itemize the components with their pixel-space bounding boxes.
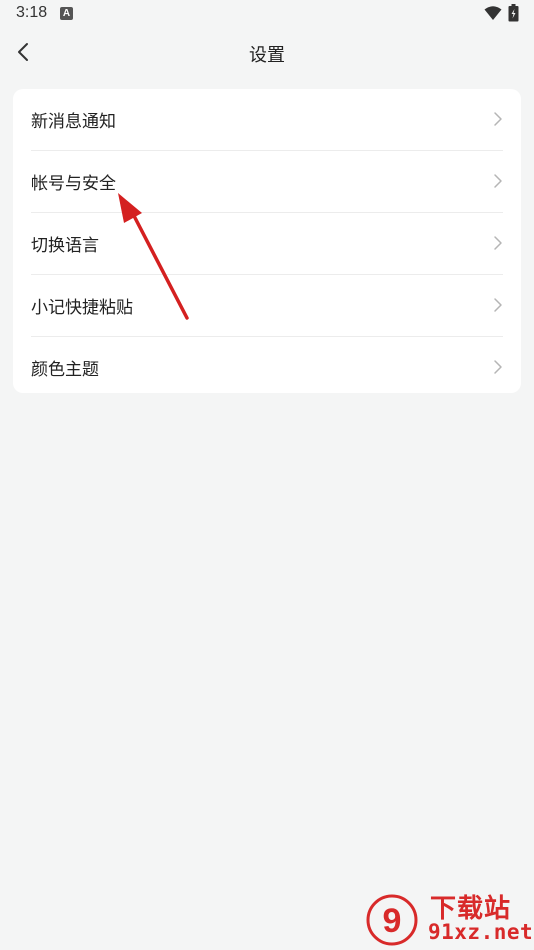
chevron-right-icon <box>494 112 502 126</box>
settings-item-quick-paste[interactable]: 小记快捷粘贴 <box>31 275 503 337</box>
settings-item-label: 颜色主题 <box>31 360 99 380</box>
chevron-right-icon <box>494 298 502 312</box>
app-bar: 设置 <box>0 28 534 76</box>
settings-item-account-security[interactable]: 帐号与安全 <box>31 151 503 213</box>
site-watermark: 9 下载站 91xz.net <box>360 886 534 950</box>
settings-item-new-message-notification[interactable]: 新消息通知 <box>31 89 503 151</box>
chevron-right-icon <box>494 360 502 374</box>
settings-item-label: 帐号与安全 <box>31 174 116 194</box>
watermark-logo-icon: 9 <box>366 894 418 946</box>
watermark-logo-glyph: 9 <box>383 902 402 940</box>
battery-icon <box>508 4 519 22</box>
settings-item-label: 小记快捷粘贴 <box>31 298 133 318</box>
watermark-domain: 91xz.net <box>428 920 534 944</box>
status-bar: 3:18 A <box>0 0 534 28</box>
settings-list: 新消息通知 帐号与安全 切换语言 小记快捷粘贴 颜色主题 <box>13 89 521 393</box>
wifi-icon <box>484 6 502 20</box>
page-title: 设置 <box>249 45 285 66</box>
chevron-right-icon <box>494 236 502 250</box>
settings-item-switch-language[interactable]: 切换语言 <box>31 213 503 275</box>
settings-item-label: 切换语言 <box>31 236 99 256</box>
chevron-right-icon <box>494 174 502 188</box>
notification-a-icon: A <box>60 7 73 20</box>
status-time: 3:18 <box>16 4 48 21</box>
settings-item-label: 新消息通知 <box>31 112 116 132</box>
settings-item-color-theme[interactable]: 颜色主题 <box>31 337 503 398</box>
